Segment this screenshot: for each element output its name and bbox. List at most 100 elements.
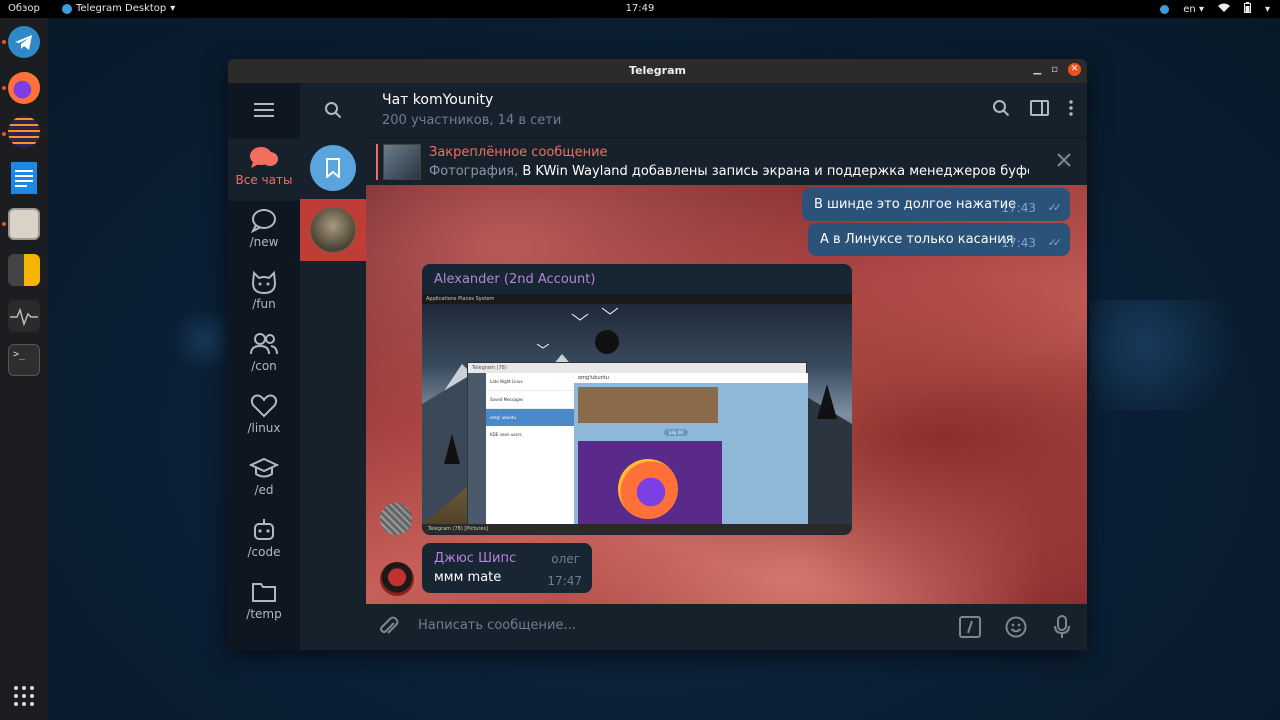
screenshot-firefox-image (578, 441, 722, 525)
main-menu-button[interactable] (228, 83, 300, 137)
telegram-dock-icon[interactable] (8, 26, 40, 58)
message-bubble-outgoing[interactable]: А в Линуксе только касания 17:43 ✓✓ (808, 223, 1070, 256)
bot-commands-icon[interactable] (959, 616, 981, 642)
telegram-tray-icon[interactable] (1160, 4, 1170, 14)
pinned-message-bar[interactable]: Закреплённое сообщение Фотография, В KWi… (366, 137, 1087, 185)
running-indicator (2, 40, 6, 44)
avatar[interactable] (380, 562, 414, 596)
folders-sidebar: Все чаты /new /fun /con /linux /ed /code (228, 83, 300, 650)
folder-icon (252, 583, 276, 602)
folder-label: Все чаты (235, 173, 293, 187)
pinned-text: Фотография, В KWin Wayland добавлены зап… (429, 164, 1029, 179)
cat-icon (251, 270, 277, 295)
language-indicator[interactable]: en ▾ (1183, 4, 1204, 15)
show-applications-icon[interactable] (14, 686, 34, 706)
message-history[interactable]: В шинде это долгое нажатие 17:43 ✓✓ А в … (366, 185, 1087, 604)
folder-temp[interactable]: /temp (228, 573, 300, 635)
chat-area: Чат komYounity 200 участников, 14 в сети… (366, 83, 1087, 650)
chats-icon (250, 147, 278, 168)
microphone-icon[interactable] (1053, 615, 1071, 643)
window-titlebar[interactable]: Telegram ▁ ▫ ✕ (228, 59, 1087, 83)
folder-ed[interactable]: /ed (228, 449, 300, 511)
active-chat-item[interactable] (300, 199, 366, 261)
folder-label: /new (249, 235, 279, 249)
maximize-button[interactable]: ▫ (1051, 64, 1058, 75)
chat-header[interactable]: Чат komYounity 200 участников, 14 в сети (366, 83, 1087, 137)
firefox-dock-icon[interactable] (8, 72, 40, 104)
screenshot-window-title: Telegram (78) (468, 363, 806, 373)
chat-subtitle: 200 участников, 14 в сети (382, 113, 562, 128)
chat-title[interactable]: Чат komYounity (382, 92, 493, 108)
message-input[interactable]: Написать сообщение... (418, 618, 576, 633)
close-button[interactable]: ✕ (1068, 63, 1081, 76)
message-photo[interactable]: Applications Places System Telegram (78)… (422, 294, 852, 534)
terminal-dock-icon[interactable]: >_ (8, 344, 40, 376)
people-icon (250, 333, 278, 355)
folder-con[interactable]: /con (228, 325, 300, 387)
screenshot-dog-photo (578, 387, 718, 423)
folder-label: /temp (246, 607, 282, 621)
robot-icon (254, 519, 274, 540)
message-text: В шинде это долгое нажатие (814, 197, 1017, 212)
screenshot-taskbar: Telegram (78) [Pictures] (422, 524, 852, 534)
message-bubble-photo[interactable]: Alexander (2nd Account) Applications Pla… (422, 264, 852, 535)
emoji-icon[interactable] (1005, 616, 1027, 642)
system-monitor-dock-icon[interactable] (8, 300, 40, 332)
screenshot-chat-view: omg!ubuntu July 28 (574, 373, 808, 525)
running-indicator (2, 86, 6, 90)
writer-dock-icon[interactable] (11, 162, 37, 194)
files-dock-icon[interactable] (8, 208, 40, 240)
pinned-title: Закреплённое сообщение (429, 145, 608, 160)
search-icon[interactable] (992, 99, 1010, 121)
saved-messages-chat[interactable] (300, 137, 366, 199)
sidebar-toggle-icon[interactable] (1030, 100, 1049, 120)
message-time: 17:47 (547, 574, 582, 588)
folder-linux[interactable]: /linux (228, 387, 300, 449)
running-indicator (2, 132, 6, 136)
screenshot-chat-list: Late Night Linux Saved Messages omg! ubu… (486, 373, 574, 525)
attach-icon[interactable] (378, 616, 400, 642)
folder-all-chats[interactable]: Все чаты (228, 139, 300, 201)
screenshot-window: Telegram (78) Late Night Linux Saved Mes… (467, 362, 808, 525)
search-icon (325, 102, 342, 119)
message-bubble-outgoing[interactable]: В шинде это долгое нажатие 17:43 ✓✓ (802, 188, 1070, 221)
pinned-thumbnail (383, 144, 421, 180)
battery-icon[interactable] (1243, 2, 1251, 16)
double-check-icon: ✓✓ (1047, 201, 1063, 214)
close-icon[interactable] (1057, 152, 1071, 171)
pinned-accent-bar (376, 144, 378, 180)
message-composer: Написать сообщение... (366, 604, 1087, 650)
minimize-button[interactable]: ▁ (1034, 64, 1042, 75)
folder-code[interactable]: /code (228, 511, 300, 573)
running-indicator (2, 222, 6, 226)
window-title: Telegram (629, 64, 686, 77)
message-author[interactable]: Джюс Шипс (434, 551, 516, 566)
wifi-icon[interactable] (1217, 3, 1230, 16)
screenshot-chat-title: omg!ubuntu (574, 373, 808, 383)
search-button[interactable] (300, 83, 366, 137)
message-author[interactable]: Alexander (2nd Account) (434, 272, 595, 287)
system-tray[interactable]: en ▾ ▾ (1160, 2, 1270, 16)
eclipse-dock-icon[interactable] (8, 116, 40, 148)
message-text: А в Линуксе только касания (820, 232, 1014, 247)
screenshot-chat-item: omg! ubuntu (486, 409, 574, 426)
member-tag: олег (551, 552, 580, 566)
folder-label: /ed (254, 483, 274, 497)
screenshot-sidebar (468, 373, 486, 525)
chat-list (300, 83, 366, 650)
folder-new[interactable]: /new (228, 201, 300, 263)
power-menu-icon[interactable]: ▾ (1265, 4, 1270, 15)
message-bubble-incoming[interactable]: Джюс Шипс олег ммм mate 17:47 (422, 543, 592, 593)
avatar[interactable] (380, 503, 412, 535)
folder-fun[interactable]: /fun (228, 263, 300, 325)
calculator-dock-icon[interactable] (8, 254, 40, 286)
chat-bubble-icon (250, 209, 276, 233)
top-panel: Обзор Telegram Desktop ▾ 17:49 en ▾ ▾ (0, 0, 1280, 18)
clock[interactable]: 17:49 (0, 3, 1280, 14)
folder-label: /linux (247, 421, 281, 435)
folder-label: /con (251, 359, 277, 373)
more-options-icon[interactable] (1069, 100, 1073, 120)
heart-icon (250, 394, 278, 418)
screenshot-topbar: Applications Places System (422, 294, 852, 304)
screenshot-chat-item: Late Night Linux (486, 373, 574, 391)
